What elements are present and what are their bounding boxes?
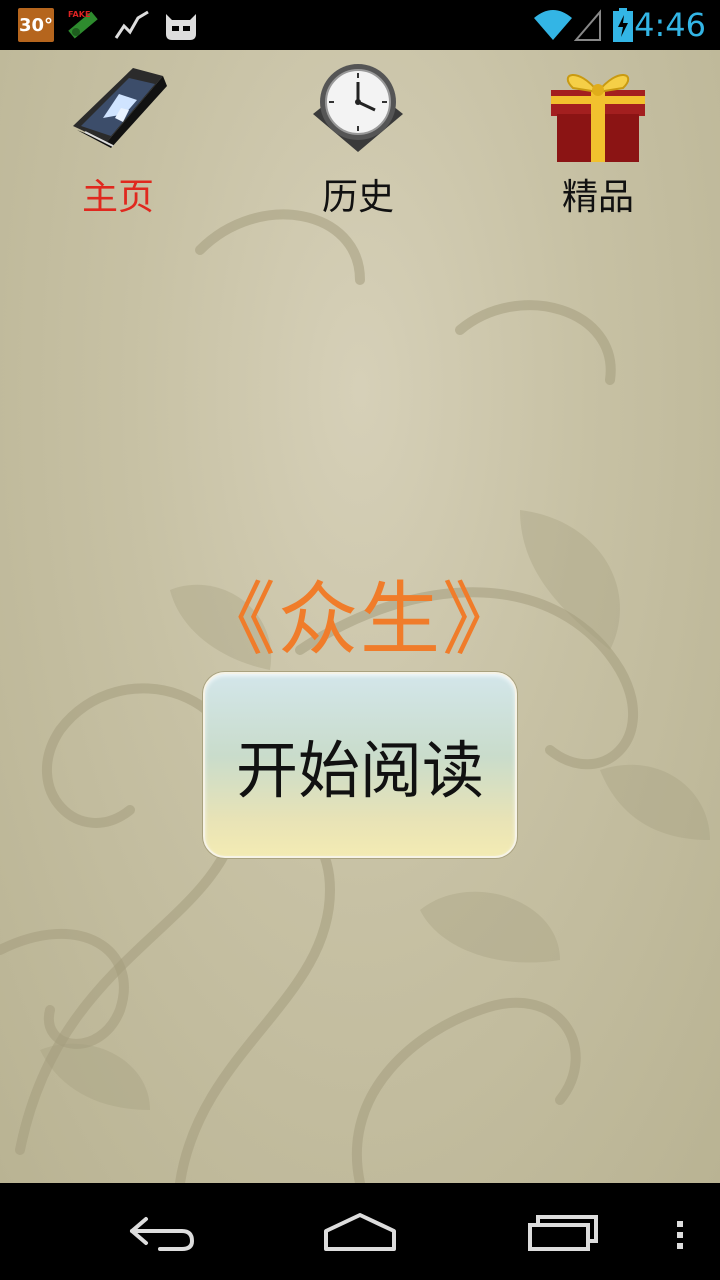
main-content: 主页 历史 精品 《众生》 开始阅读 [0, 50, 720, 1183]
cyanogen-mascot-icon [166, 14, 196, 40]
battery-charging-icon [613, 8, 633, 42]
tab-featured-label: 精品 [561, 177, 634, 218]
cell-signal-icon [574, 9, 601, 41]
tab-featured[interactable]: 精品 [518, 56, 678, 226]
gift-box-icon [551, 74, 645, 162]
start-reading-label: 开始阅读 [235, 734, 484, 807]
status-bar: 30° FAKE 4:46 [0, 0, 720, 50]
tab-history[interactable]: 历史 [278, 56, 438, 226]
activity-graph-icon [114, 10, 149, 39]
wifi-icon [534, 10, 572, 40]
weather-temp-icon: 30° [18, 8, 54, 42]
clock-icon [313, 64, 403, 152]
clock-time: 4:46 [634, 6, 706, 44]
tab-history-label: 历史 [321, 177, 394, 218]
back-icon[interactable] [120, 1201, 200, 1261]
recent-apps-icon[interactable] [524, 1201, 604, 1261]
tab-home[interactable]: 主页 [38, 56, 198, 226]
navigation-bar [0, 1183, 720, 1280]
tab-home-label: 主页 [81, 177, 154, 218]
top-tab-bar: 主页 历史 精品 [0, 50, 720, 230]
fake-gps-icon: FAKE [68, 10, 98, 39]
menu-icon[interactable] [668, 1201, 692, 1261]
svg-text:FAKE: FAKE [68, 10, 90, 19]
home-book-icon [73, 68, 167, 148]
home-icon[interactable] [320, 1201, 400, 1261]
start-reading-button[interactable]: 开始阅读 [203, 672, 517, 858]
book-title: 《众生》 [196, 573, 524, 666]
